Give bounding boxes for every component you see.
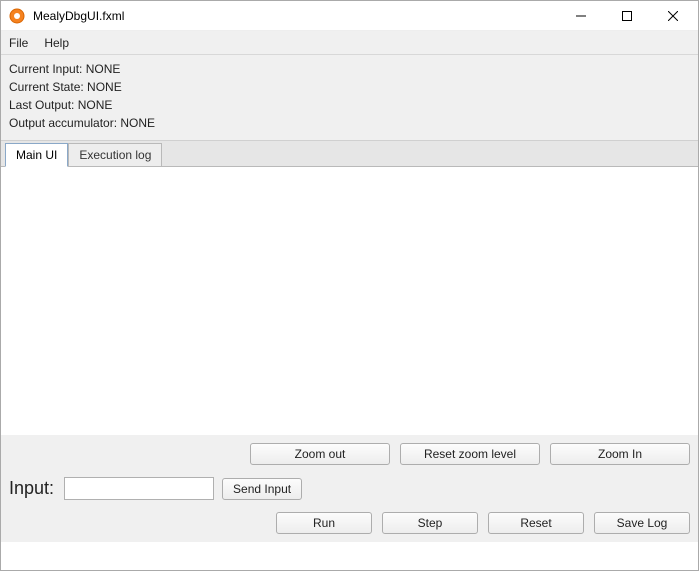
menubar: File Help <box>1 31 698 55</box>
window-controls <box>558 1 696 30</box>
status-label: Current Input: <box>9 62 86 76</box>
status-label: Output accumulator: <box>9 116 120 130</box>
close-button[interactable] <box>650 1 696 30</box>
tabbar: Main UI Execution log <box>1 141 698 167</box>
menu-help[interactable]: Help <box>44 36 69 50</box>
status-label: Current State: <box>9 80 87 94</box>
minimize-button[interactable] <box>558 1 604 30</box>
main-canvas <box>1 167 698 435</box>
zoom-in-button[interactable]: Zoom In <box>550 443 690 465</box>
tab-execution-log[interactable]: Execution log <box>68 143 162 166</box>
status-output-accumulator: Output accumulator: NONE <box>9 114 690 132</box>
menu-file[interactable]: File <box>9 36 28 50</box>
bottom-panel: Zoom out Reset zoom level Zoom In Input:… <box>1 435 698 542</box>
tab-main-ui[interactable]: Main UI <box>5 143 68 167</box>
status-value: NONE <box>86 62 121 76</box>
input-label: Input: <box>9 478 54 499</box>
zoom-controls: Zoom out Reset zoom level Zoom In <box>9 443 690 465</box>
titlebar: MealyDbgUI.fxml <box>1 1 698 31</box>
window-title: MealyDbgUI.fxml <box>33 9 558 23</box>
zoom-out-button[interactable]: Zoom out <box>250 443 390 465</box>
status-panel: Current Input: NONE Current State: NONE … <box>1 55 698 141</box>
status-value: NONE <box>87 80 122 94</box>
status-label: Last Output: <box>9 98 78 112</box>
save-log-button[interactable]: Save Log <box>594 512 690 534</box>
action-controls: Run Step Reset Save Log <box>9 512 690 534</box>
status-last-output: Last Output: NONE <box>9 96 690 114</box>
status-value: NONE <box>120 116 155 130</box>
step-button[interactable]: Step <box>382 512 478 534</box>
send-input-button[interactable]: Send Input <box>222 478 302 500</box>
app-icon <box>9 8 25 24</box>
input-row: Input: Send Input <box>9 477 690 500</box>
status-value: NONE <box>78 98 113 112</box>
run-button[interactable]: Run <box>276 512 372 534</box>
maximize-button[interactable] <box>604 1 650 30</box>
status-current-state: Current State: NONE <box>9 78 690 96</box>
input-field[interactable] <box>64 477 214 500</box>
status-current-input: Current Input: NONE <box>9 60 690 78</box>
reset-button[interactable]: Reset <box>488 512 584 534</box>
reset-zoom-button[interactable]: Reset zoom level <box>400 443 540 465</box>
